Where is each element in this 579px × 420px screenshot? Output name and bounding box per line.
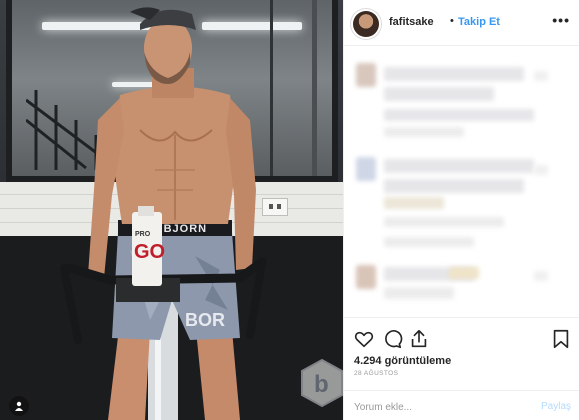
comment-icon[interactable] [381, 328, 403, 350]
heart-icon[interactable] [353, 328, 375, 350]
user-tag-icon[interactable] [9, 396, 29, 416]
post-comment-button[interactable]: Paylaş [541, 401, 571, 412]
post-photo[interactable]: G BJÖRN BOR PRO GO b [0, 0, 343, 420]
ellipsis-icon[interactable]: ••• [552, 12, 570, 28]
comment-input[interactable] [354, 399, 524, 415]
man-on-exercise-bike: G BJÖRN BOR PRO GO [60, 7, 267, 420]
avatar[interactable] [353, 11, 379, 37]
comment-bar: Paylaş [344, 390, 579, 420]
separator-dot: • [450, 15, 454, 27]
comments-list [344, 47, 579, 317]
post-date: 28 AĞUSTOS [354, 370, 399, 377]
svg-text:PRO: PRO [135, 231, 151, 238]
bookmark-icon[interactable] [550, 328, 572, 350]
svg-text:b: b [314, 371, 329, 398]
post-sidebar: fafitsake • Takip Et ••• 4.294 görüntüle… [343, 0, 579, 420]
svg-text:BOR: BOR [185, 310, 225, 330]
follow-button[interactable]: Takip Et [458, 16, 500, 28]
post-header: fafitsake • Takip Et ••• [344, 0, 579, 46]
username-link[interactable]: fafitsake [389, 16, 434, 28]
post-actions: 4.294 görüntüleme 28 AĞUSTOS Paylaş [344, 317, 579, 420]
view-count[interactable]: 4.294 görüntüleme [354, 355, 451, 367]
share-icon[interactable] [408, 328, 430, 350]
svg-text:GO: GO [134, 241, 165, 263]
watermark-logo-icon: b [301, 358, 343, 408]
